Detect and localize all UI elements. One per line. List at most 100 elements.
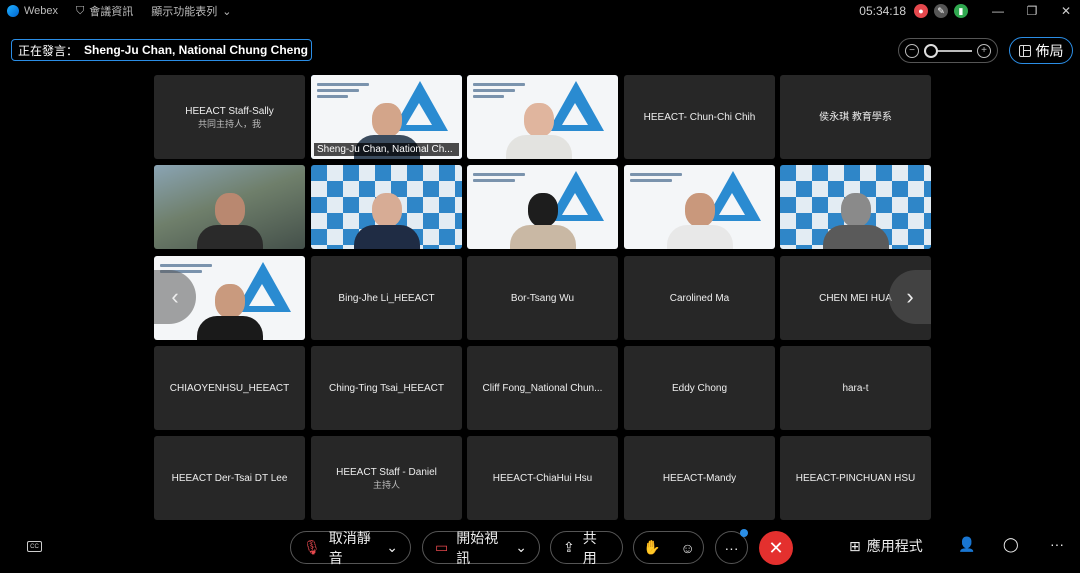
participant-tile[interactable]: Bing-Jhe Li_HEEACT (311, 256, 462, 340)
meeting-info-label: 會議資訊 (89, 6, 134, 18)
participant-tile[interactable]: Bor-Tsang Wu (467, 256, 618, 340)
mic-muted-icon: 🎙 (303, 539, 321, 555)
participant-name: Sheng-Ju Chan, National Ch... (314, 143, 459, 156)
recording-icon[interactable]: ● (914, 4, 928, 18)
active-speaker-prefix: 正在發言： (18, 43, 79, 58)
participant-tile[interactable] (311, 165, 462, 249)
meeting-clock: 05:34:18 (859, 4, 906, 18)
participant-tile[interactable] (624, 165, 775, 249)
participant-name: CHIAOYENHSU_HEEACT (169, 382, 290, 394)
shield-icon: ⛉ (76, 4, 85, 17)
app-logo: Webex (7, 5, 58, 17)
participant-name: Bor-Tsang Wu (510, 292, 575, 304)
minimize-icon[interactable]: — (984, 0, 1012, 22)
chevron-down-icon: ⌄ (222, 5, 232, 18)
start-video-label: 開始視訊 (456, 529, 499, 566)
chevron-left-icon: ‹ (171, 284, 179, 309)
share-button[interactable]: ⇪ 共用 (550, 530, 623, 566)
participant-tile-active-speaker[interactable]: Sheng-Ju Chan, National Ch... (311, 75, 462, 159)
participant-name: HEEACT- Chun-Chi Chih (643, 111, 756, 123)
participant-tile[interactable] (467, 75, 618, 159)
webex-logo-icon (7, 5, 19, 17)
meeting-controls: CC 🎙 取消靜音 ⌄ ▭ 開始視訊 ⌄ ⇪ 共用 ✋ ☺ ··· ✕ ⊞ 應用… (0, 528, 1080, 568)
more-options-button[interactable]: ··· (715, 529, 748, 564)
notification-dot (740, 529, 748, 537)
apps-label: 應用程式 (866, 538, 923, 554)
participant-name: CHEN MEI HUA (819, 292, 892, 304)
share-label: 共用 (582, 529, 597, 566)
participant-tile[interactable]: Ching-Ting Tsai_HEEACT (311, 346, 462, 430)
participant-tile[interactable]: Carolined Ma (624, 256, 775, 340)
participant-name: Eddy Chong (671, 382, 728, 394)
zoom-out-icon[interactable]: − (905, 43, 919, 58)
app-name: Webex (24, 5, 59, 17)
participant-tile[interactable]: HEEACT Staff-Sally 共同主持人，我 (154, 75, 305, 159)
participant-grid: HEEACT Staff-Sally 共同主持人，我 Sheng-Ju Chan… (154, 75, 931, 520)
raise-hand-icon[interactable]: ✋ (643, 539, 660, 556)
participant-name: Ching-Ting Tsai_HEEACT (328, 382, 445, 394)
participant-tile[interactable]: CHIAOYENHSU_HEEACT (154, 346, 305, 430)
participants-icon: 👤 (958, 536, 976, 552)
participant-tile[interactable]: Eddy Chong (624, 346, 775, 430)
emoji-reaction-icon[interactable]: ☺ (680, 540, 694, 556)
zoom-in-icon[interactable]: + (977, 43, 991, 58)
participant-name: HEEACT-Mandy (662, 472, 737, 484)
participant-name: HEEACT-PINCHUAN HSU (795, 472, 916, 484)
layout-button[interactable]: 佈局 (1009, 37, 1073, 64)
participant-tile[interactable]: Cliff Fong_National Chun... (467, 346, 618, 430)
participant-name: HEEACT Staff-Sally (185, 105, 274, 117)
reactions-group: ✋ ☺ (633, 531, 704, 564)
restore-icon[interactable]: ❐ (1018, 0, 1046, 22)
start-video-button[interactable]: ▭ 開始視訊 ⌄ (422, 530, 540, 566)
leave-meeting-button[interactable]: ✕ (759, 531, 793, 565)
participant-tile[interactable] (780, 165, 931, 249)
chevron-down-icon[interactable]: ⌄ (386, 539, 398, 556)
zoom-slider-knob[interactable] (924, 43, 938, 58)
close-icon[interactable]: ✕ (1052, 0, 1080, 22)
participant-name: Bing-Jhe Li_HEEACT (338, 292, 435, 304)
overflow-icon: ··· (1050, 536, 1064, 552)
participant-tile[interactable]: HEEACT Der-Tsai DT Lee (154, 436, 305, 520)
participant-role: 主持人 (372, 479, 400, 490)
participant-video (506, 103, 573, 159)
participant-tile[interactable]: HEEACT-ChiaHui Hsu (467, 436, 618, 520)
participant-name: Cliff Fong_National Chun... (482, 382, 603, 394)
participants-button[interactable]: 👤 (958, 536, 975, 553)
chevron-right-icon: › (906, 284, 914, 309)
participant-tile[interactable]: HEEACT-Mandy (624, 436, 775, 520)
closed-captions-icon[interactable]: CC (27, 541, 42, 552)
participant-name: HEEACT Staff - Daniel (336, 466, 437, 478)
unmute-label: 取消靜音 (328, 529, 371, 566)
layout-grid-icon (1018, 44, 1031, 57)
participant-name: hara-t (842, 382, 869, 394)
active-speaker-name: Sheng-Ju Chan, National Chung Cheng ... (84, 43, 312, 57)
participant-tile[interactable]: HEEACT-PINCHUAN HSU (780, 436, 931, 520)
zoom-control[interactable]: − + (898, 38, 998, 63)
menu-bar-toggle[interactable]: 顯示功能表列 ⌄ (151, 3, 231, 19)
participant-tile[interactable] (467, 165, 618, 249)
signal-strength-icon[interactable]: ▮ (954, 4, 968, 18)
participant-role: 共同主持人，我 (197, 118, 261, 129)
apps-button[interactable]: ⊞ 應用程式 (849, 536, 923, 556)
network-icon[interactable]: ✎ (934, 4, 948, 18)
participant-name: HEEACT Der-Tsai DT Lee (171, 472, 288, 484)
meeting-info-menu[interactable]: ⛉ 會議資訊 (76, 3, 133, 19)
participant-name: 侯永琪 教育學系 (819, 111, 892, 123)
participant-tile[interactable]: HEEACT Staff - Daniel 主持人 (311, 436, 462, 520)
chevron-down-icon[interactable]: ⌄ (515, 539, 527, 556)
title-bar: Webex ⛉ 會議資訊 顯示功能表列 ⌄ 05:34:18 ● ✎ ▮ — ❐… (0, 0, 1080, 22)
participant-tile[interactable] (154, 165, 305, 249)
apps-grid-icon: ⊞ (849, 537, 861, 554)
chat-button[interactable]: ◯ (1003, 536, 1019, 553)
overflow-menu-button[interactable]: ··· (1050, 536, 1064, 552)
participant-tile[interactable]: hara-t (780, 346, 931, 430)
zoom-slider[interactable] (924, 43, 972, 58)
unmute-button[interactable]: 🎙 取消靜音 ⌄ (290, 530, 411, 566)
participant-name: HEEACT-ChiaHui Hsu (492, 472, 593, 484)
participant-name: Carolined Ma (669, 292, 730, 304)
menu-bar-toggle-label: 顯示功能表列 (151, 6, 218, 18)
close-icon: ✕ (768, 537, 784, 558)
participant-tile[interactable]: 侯永琪 教育學系 (780, 75, 931, 159)
video-off-icon: ▭ (435, 539, 449, 555)
participant-tile[interactable]: HEEACT- Chun-Chi Chih (624, 75, 775, 159)
